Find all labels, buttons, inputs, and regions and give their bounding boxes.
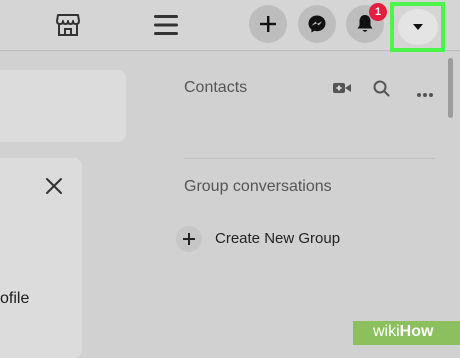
contacts-title: Contacts: [184, 79, 248, 96]
marketplace-icon[interactable]: [55, 12, 81, 38]
divider: [184, 158, 435, 159]
watermark-prefix: wiki: [373, 323, 400, 340]
menu-icon[interactable]: [153, 13, 179, 37]
create-button[interactable]: [249, 5, 287, 43]
profile-link-text[interactable]: ofile: [0, 290, 29, 308]
messenger-icon: [308, 15, 326, 33]
messenger-button[interactable]: [298, 5, 336, 43]
video-call-icon[interactable]: [333, 81, 351, 95]
plus-icon: [176, 226, 202, 252]
more-options-icon[interactable]: [416, 85, 434, 97]
create-new-group-button[interactable]: Create New Group: [176, 226, 376, 252]
feed-card: [0, 70, 126, 142]
plus-icon: [260, 16, 276, 32]
wikihow-watermark: wikiHow: [373, 323, 433, 341]
close-icon[interactable]: [44, 176, 64, 201]
highlight-frame: [390, 2, 445, 52]
search-icon[interactable]: [373, 80, 390, 97]
scrollbar[interactable]: [448, 58, 453, 118]
create-new-group-label: Create New Group: [215, 230, 341, 247]
group-conversations-title: Group conversations: [184, 178, 332, 195]
profile-panel: [0, 158, 82, 358]
notification-count-badge: 1: [369, 3, 387, 21]
watermark-suffix: How: [399, 323, 434, 340]
top-navigation-bar: 1: [0, 0, 460, 52]
